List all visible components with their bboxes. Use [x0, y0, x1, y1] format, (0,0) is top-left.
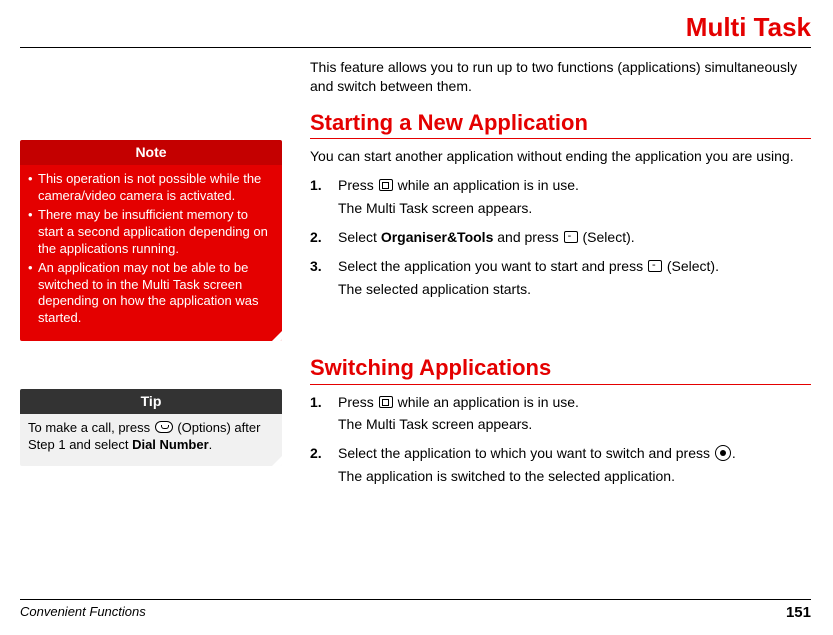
multitask-key-icon	[379, 179, 393, 191]
step-number: 3.	[310, 257, 328, 299]
multitask-key-icon	[379, 396, 393, 408]
center-key-icon	[715, 445, 731, 461]
step-text: and press	[493, 229, 562, 245]
step-sub: The application is switched to the selec…	[338, 467, 811, 486]
note-item: There may be insufficient memory to star…	[28, 207, 274, 258]
step-text: (Select).	[579, 229, 635, 245]
select-key-icon	[648, 260, 662, 272]
step-sub: The Multi Task screen appears.	[338, 199, 811, 218]
tip-text: .	[209, 437, 213, 452]
options-key-icon	[155, 421, 173, 433]
note-callout: Note This operation is not possible whil…	[20, 140, 282, 341]
step-sub: The Multi Task screen appears.	[338, 415, 811, 434]
step-body: Select Organiser&Tools and press (Select…	[338, 228, 811, 247]
section-lead: You can start another application withou…	[310, 147, 811, 166]
step-bold: Organiser&Tools	[381, 229, 494, 245]
tip-body: To make a call, press (Options) after St…	[20, 414, 282, 466]
step-body: Press while an application is in use. Th…	[338, 393, 811, 435]
tip-title: Tip	[20, 389, 282, 414]
step: 3. Select the application you want to st…	[310, 257, 811, 299]
step-text: Select the application you want to start…	[338, 258, 647, 274]
select-key-icon	[564, 231, 578, 243]
tip-bold: Dial Number	[132, 437, 209, 452]
footer-section: Convenient Functions	[20, 604, 146, 621]
step-body: Select the application you want to start…	[338, 257, 811, 299]
step-text: .	[732, 445, 736, 461]
step-text: Press	[338, 394, 378, 410]
step-number: 2.	[310, 228, 328, 247]
tip-callout: Tip To make a call, press (Options) afte…	[20, 389, 282, 466]
step-body: Select the application to which you want…	[338, 444, 811, 486]
step-text: Press	[338, 177, 378, 193]
step: 1. Press while an application is in use.…	[310, 393, 811, 435]
footer: Convenient Functions 151	[20, 599, 811, 621]
step: 2. Select Organiser&Tools and press (Sel…	[310, 228, 811, 247]
step: 1. Press while an application is in use.…	[310, 176, 811, 218]
step-text: Select	[338, 229, 381, 245]
tip-text: To make a call, press	[28, 420, 154, 435]
page-title: Multi Task	[20, 12, 811, 48]
note-title: Note	[20, 140, 282, 165]
step-sub: The selected application starts.	[338, 280, 811, 299]
step-number: 1.	[310, 176, 328, 218]
step-text: while an application is in use.	[394, 177, 579, 193]
section-title: Starting a New Application	[310, 108, 811, 140]
step-text: (Select).	[663, 258, 719, 274]
step-text: while an application is in use.	[394, 394, 579, 410]
note-body: This operation is not possible while the…	[20, 165, 282, 341]
section-title: Switching Applications	[310, 353, 811, 385]
main-content: This feature allows you to run up to two…	[310, 58, 811, 496]
step: 2. Select the application to which you w…	[310, 444, 811, 486]
step-body: Press while an application is in use. Th…	[338, 176, 811, 218]
sidebar: Note This operation is not possible whil…	[20, 58, 282, 496]
step-text: Select the application to which you want…	[338, 445, 714, 461]
step-number: 2.	[310, 444, 328, 486]
note-item: An application may not be able to be swi…	[28, 260, 274, 328]
step-number: 1.	[310, 393, 328, 435]
intro-text: This feature allows you to run up to two…	[310, 58, 811, 96]
content-row: Note This operation is not possible whil…	[20, 58, 811, 496]
note-item: This operation is not possible while the…	[28, 171, 274, 205]
page-number: 151	[786, 604, 811, 621]
